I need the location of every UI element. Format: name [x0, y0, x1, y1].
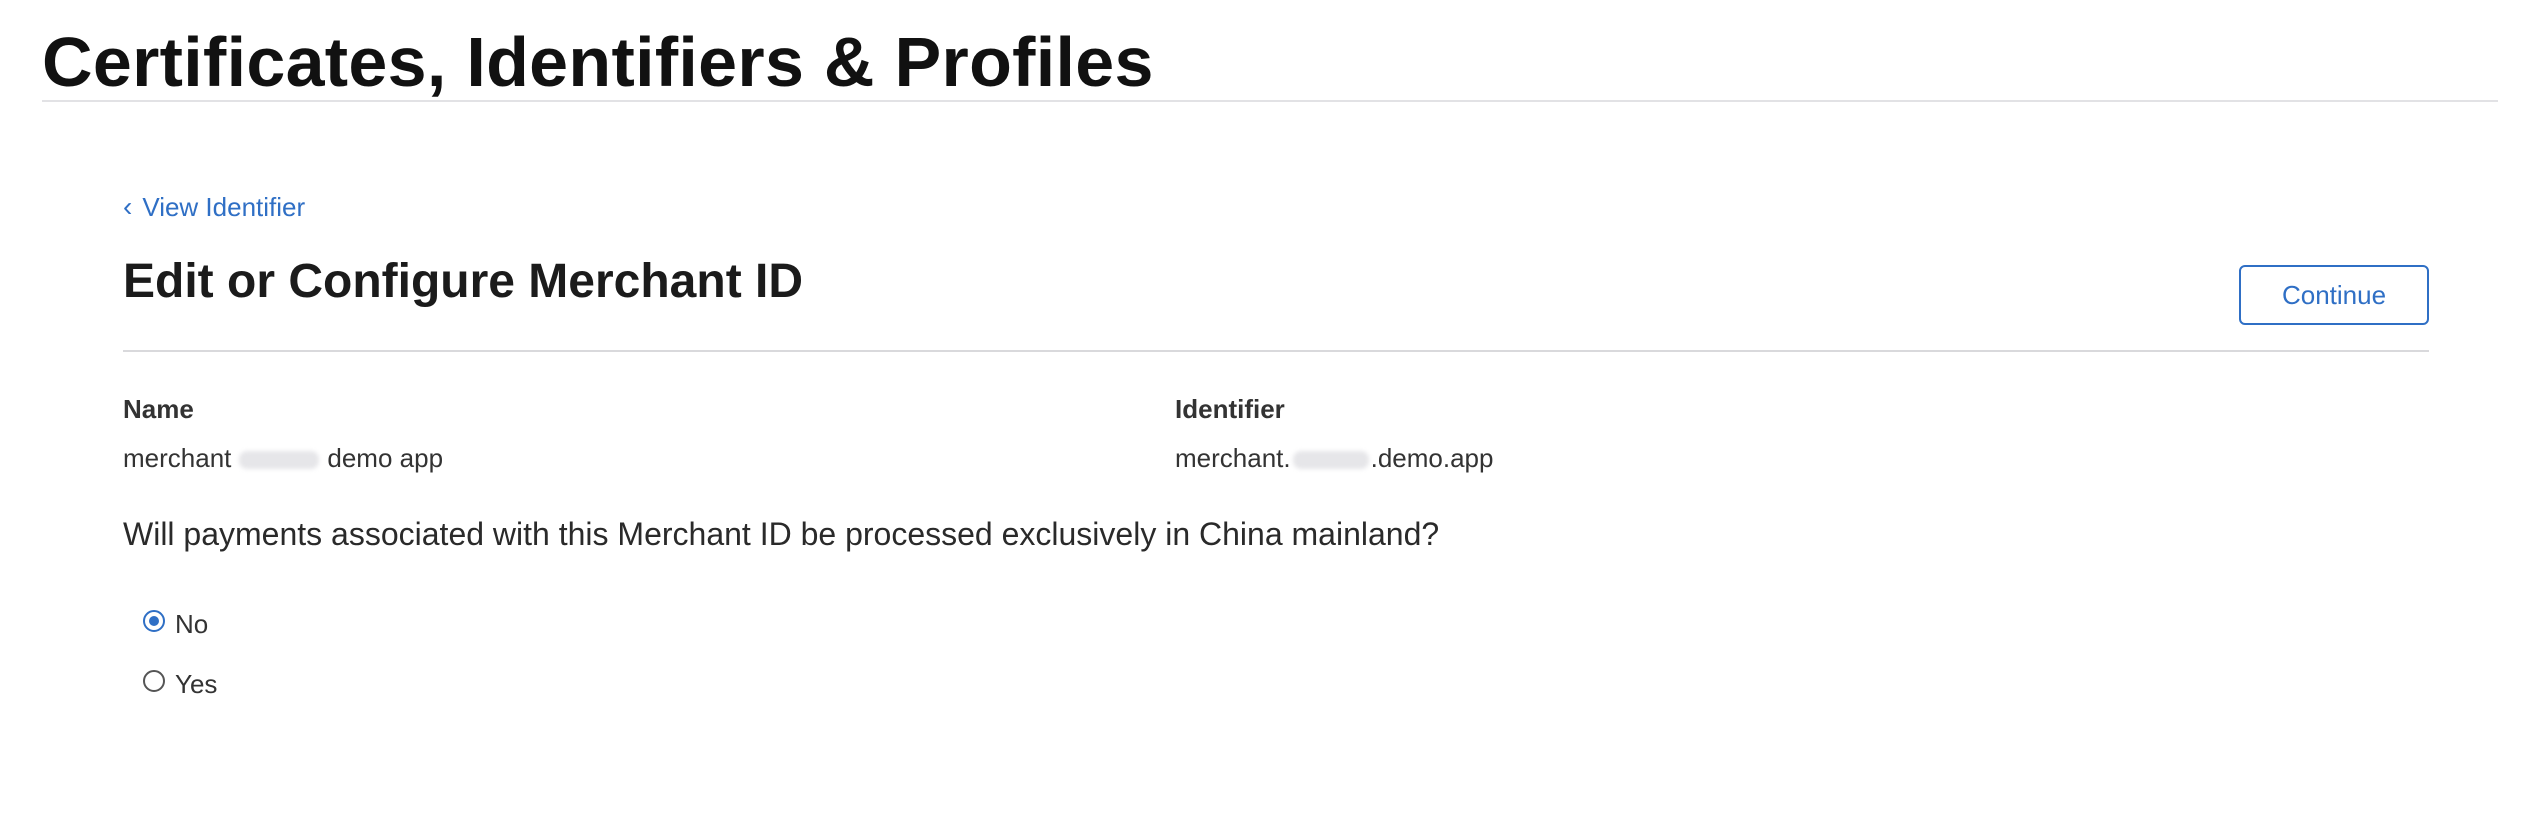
radio-yes-label: Yes [175, 668, 218, 699]
identifier-label: Identifier [1175, 394, 1285, 424]
identifier-field: Identifier merchant. .demo.app [1175, 394, 1493, 474]
section-title: Edit or Configure Merchant ID [123, 255, 804, 308]
name-field: Name merchant demo app [123, 394, 443, 474]
identifier-value-suffix: .demo.app [1370, 443, 1494, 473]
main-content: ‹ View Identifier Edit or Configure Merc… [123, 180, 2429, 711]
merchant-details: Name merchant demo app Identifier merchan… [123, 352, 2429, 502]
page-header: Certificates, Identifiers & Profiles [42, 18, 2498, 102]
radio-yes[interactable] [143, 670, 165, 692]
identifier-value: merchant. .demo.app [1175, 443, 1493, 474]
radio-no-label: No [175, 608, 209, 639]
china-mainland-radio-group: No Yes [123, 591, 2429, 711]
name-value: merchant demo app [123, 443, 443, 474]
redacted-text [239, 451, 320, 470]
china-mainland-question: Will payments associated with this Merch… [123, 516, 1440, 552]
radio-option-yes[interactable]: Yes [123, 651, 2429, 711]
identifier-value-prefix: merchant. [1175, 443, 1291, 473]
page-title: Certificates, Identifiers & Profiles [42, 23, 1154, 101]
name-value-prefix: merchant [123, 443, 232, 473]
radio-option-no[interactable]: No [123, 591, 2429, 651]
section-header: Edit or Configure Merchant ID Continue [123, 180, 2429, 352]
name-value-suffix: demo app [327, 443, 444, 473]
redacted-text [1292, 451, 1369, 470]
continue-button[interactable]: Continue [2239, 265, 2429, 325]
name-label: Name [123, 394, 194, 424]
radio-no[interactable] [143, 610, 165, 632]
